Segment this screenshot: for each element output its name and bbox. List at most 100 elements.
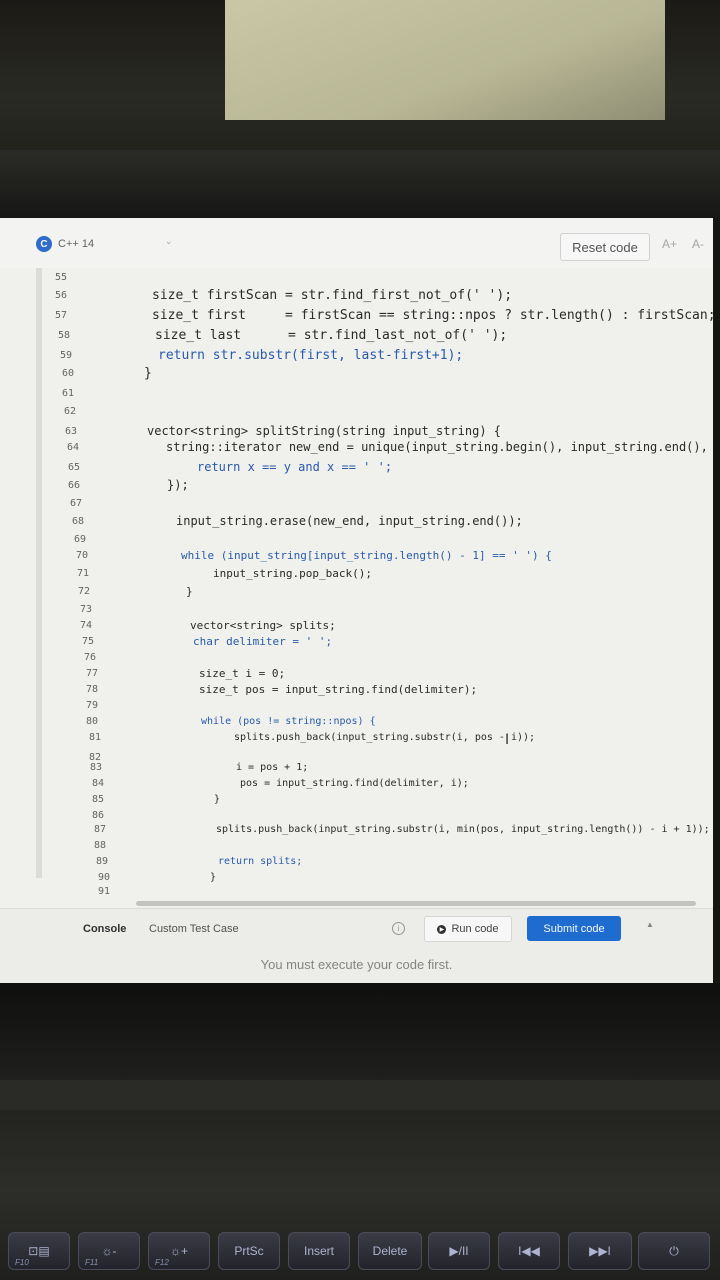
play-icon: ▶ [437, 924, 447, 934]
prev-track-icon: I◀◀ [518, 1244, 540, 1258]
line-number: 58 [58, 329, 71, 341]
code-line[interactable]: 58 size_t last = str.find_last_not_of(' '… [58, 326, 507, 344]
code-line[interactable]: 71 input_string.pop_back(); [77, 564, 372, 582]
language-selector[interactable]: C C++ 14 [36, 236, 94, 252]
info-icon[interactable]: i [392, 922, 405, 935]
laptop-bezel-top [0, 150, 720, 220]
laptop-hinge [0, 1080, 720, 1110]
line-number: 74 [80, 619, 93, 631]
f10-icon: ⊡▤ [28, 1244, 50, 1258]
line-number: 66 [68, 479, 81, 491]
code-line[interactable]: 59 return str.substr(first, last-first+1)… [60, 346, 463, 364]
code-text: } [214, 793, 221, 805]
language-label: C++ 14 [58, 238, 95, 250]
tab-console[interactable]: Console [83, 923, 126, 935]
line-number: 64 [67, 441, 80, 453]
code-text: i = pos + 1; [236, 761, 309, 773]
laptop-screen: C C++ 14 ⌄ Reset code A+ A- 55 56 size_t f… [0, 218, 713, 983]
key-delete[interactable]: Delete [358, 1232, 422, 1270]
font-decrease-button[interactable]: A- [692, 237, 704, 251]
line-number: 67 [70, 497, 83, 509]
key-prev-track[interactable]: I◀◀ [498, 1232, 560, 1270]
code-text: input_string.pop_back(); [213, 566, 372, 580]
code-line[interactable]: 56 size_t firstScan = str.find_first_not_… [55, 286, 512, 304]
code-line[interactable]: 68 input_string.erase(new_end, input_stri… [72, 512, 523, 530]
prtsc-icon: PrtSc [234, 1244, 264, 1258]
code-line[interactable]: 91 [98, 882, 138, 900]
run-code-button[interactable]: ▶ Run code [424, 916, 512, 942]
code-text: string::iterator new_end = unique(input_… [166, 440, 713, 454]
code-text: } [210, 871, 217, 883]
code-text: vector<string> splitString(string input_… [147, 424, 502, 438]
editor-toolbar: C C++ 14 ⌄ Reset code A+ A- [0, 218, 713, 268]
code-text: while (input_string[input_string.length(… [181, 548, 552, 562]
code-text: return splits; [218, 855, 303, 867]
tab-custom-test-case[interactable]: Custom Test Case [149, 923, 239, 935]
line-number: 76 [84, 651, 97, 663]
font-increase-button[interactable]: A+ [662, 237, 677, 251]
submit-code-button[interactable]: Submit code [527, 916, 621, 941]
key-play-pause[interactable]: ▶/II [428, 1232, 490, 1270]
code-line[interactable]: 81 splits.push_back(input_string.substr(i… [89, 728, 535, 746]
line-number: 78 [86, 683, 99, 695]
line-number: 65 [68, 461, 81, 473]
key-power[interactable]: ⏻ [638, 1232, 710, 1270]
key-prtsc[interactable]: PrtSc [218, 1232, 280, 1270]
code-text: return str.substr(first, last-first+1); [158, 347, 464, 363]
code-line[interactable]: 57 size_t first = firstScan == string::np… [55, 306, 713, 324]
line-number: 81 [89, 731, 102, 743]
line-number: 77 [86, 667, 99, 679]
code-line[interactable]: 70 while (input_string[input_string.lengt… [76, 546, 552, 564]
line-number: 79 [86, 699, 99, 711]
line-number: 73 [80, 603, 93, 615]
play-pause-icon: ▶/II [449, 1244, 469, 1258]
line-number: 90 [98, 871, 111, 883]
code-line[interactable]: 66}); [68, 476, 189, 494]
code-line[interactable]: 61 [62, 384, 102, 402]
code-line[interactable]: 72} [78, 582, 193, 600]
code-text: size_t firstScan = str.find_first_not_of… [152, 287, 513, 303]
line-number: 83 [90, 761, 103, 773]
next-track-icon: ▶▶I [589, 1244, 611, 1258]
line-number: 85 [92, 793, 105, 805]
code-line[interactable]: 64 string::iterator new_end = unique(inpu… [67, 438, 713, 456]
background-panel [225, 0, 665, 120]
chevron-down-icon[interactable]: ⌄ [165, 236, 173, 247]
run-code-label: Run code [451, 923, 499, 935]
code-text: splits.push_back(input_string.substr(i, … [216, 823, 710, 835]
code-line[interactable]: 67 [70, 494, 110, 512]
code-text: pos = input_string.find(delimiter, i); [240, 777, 469, 789]
code-line[interactable]: 62 [64, 402, 104, 420]
code-text: size_t last = str.find_last_not_of(' '); [155, 327, 508, 343]
line-number: 62 [64, 405, 77, 417]
code-line[interactable]: 55 [55, 268, 95, 286]
line-number: 75 [82, 635, 95, 647]
console-message: You must execute your code first. [260, 957, 453, 972]
code-text: size_t pos = input_string.find(delimiter… [199, 682, 478, 696]
code-line[interactable]: 78 size_t pos = input_string.find(delimit… [86, 680, 477, 698]
horizontal-scrollbar[interactable] [136, 901, 696, 906]
chevron-up-icon[interactable]: ▲ [646, 920, 654, 929]
key-insert[interactable]: Insert [288, 1232, 350, 1270]
code-line[interactable]: 60} [62, 364, 152, 382]
code-text: size_t first = firstScan == string::npos… [152, 307, 713, 323]
code-text: char delimiter = ' '; [193, 634, 333, 648]
line-number: 57 [55, 309, 68, 321]
line-number: 91 [98, 885, 111, 897]
line-number: 71 [77, 567, 90, 579]
code-text: vector<string> splits; [190, 618, 336, 632]
code-text: splits.push_back(input_string.substr(i, … [234, 731, 536, 743]
key-f11[interactable]: ☼- F11 [78, 1232, 140, 1270]
reset-code-button[interactable]: Reset code [560, 233, 650, 261]
code-line[interactable]: 87 splits.push_back(input_string.substr(i… [94, 820, 710, 838]
code-text: while (pos != string::npos) { [201, 715, 376, 727]
code-text: return x == y and x == ' '; [197, 460, 393, 474]
code-line[interactable]: 65 return x == y and x == ' '; [68, 458, 392, 476]
line-number: 63 [65, 425, 78, 437]
key-f10[interactable]: ⊡▤ F10 [8, 1232, 70, 1270]
key-f12[interactable]: ☼+ F12 [148, 1232, 210, 1270]
key-next-track[interactable]: ▶▶I [568, 1232, 632, 1270]
key-sublabel: F11 [85, 1258, 99, 1267]
line-number: 68 [72, 515, 85, 527]
f11-icon: ☼- [101, 1244, 117, 1258]
